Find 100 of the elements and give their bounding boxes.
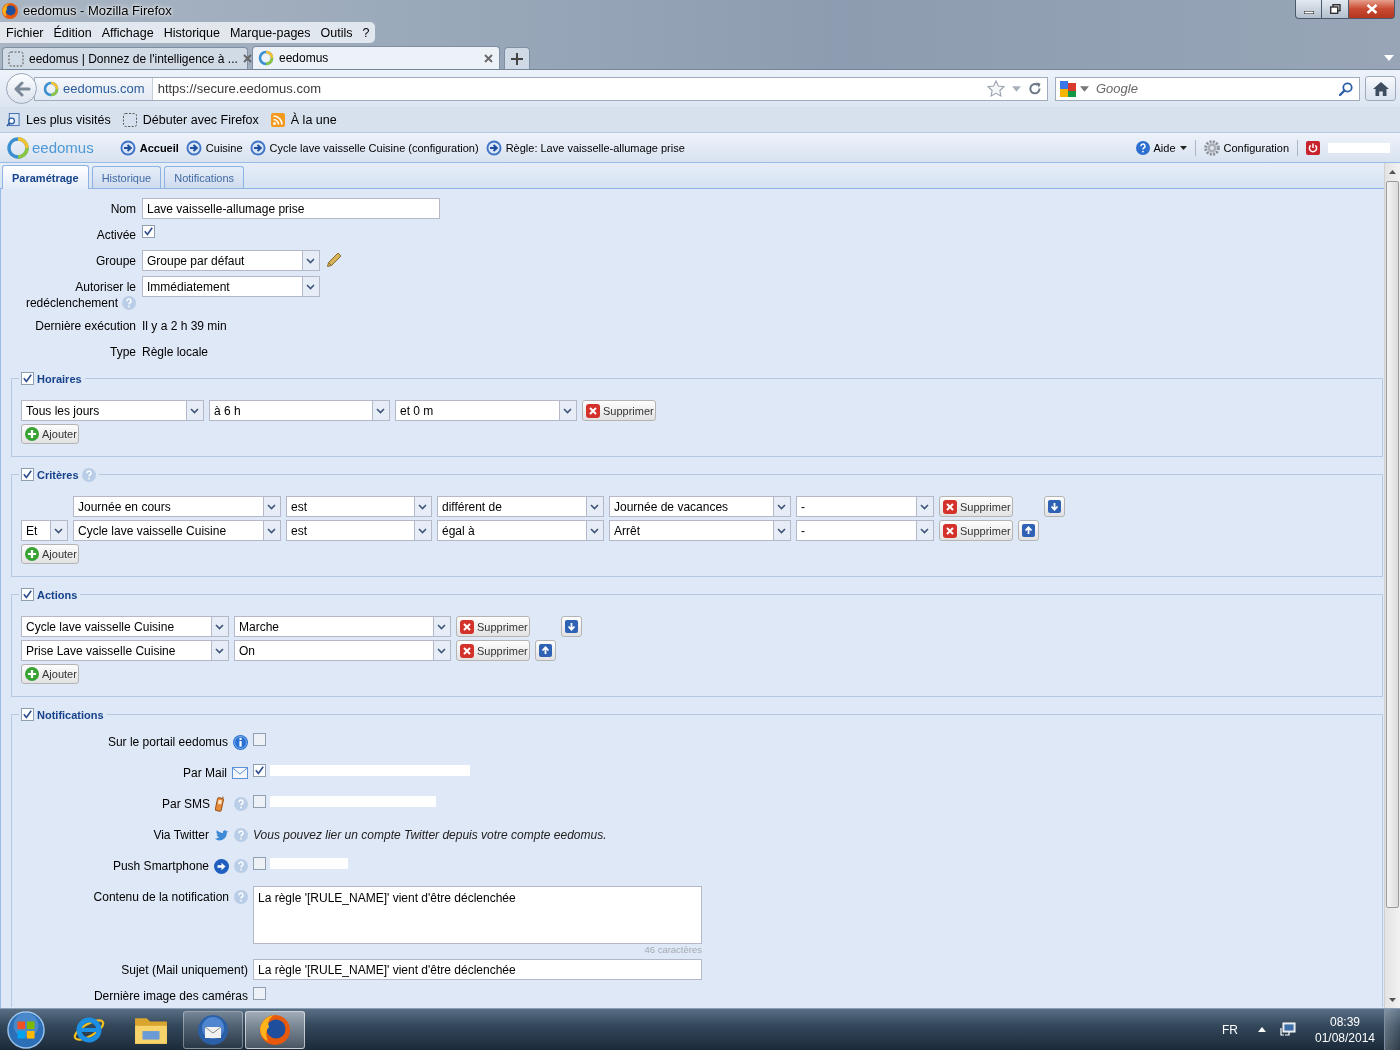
dropdown[interactable]: est xyxy=(286,496,432,517)
pencil-icon[interactable] xyxy=(326,252,342,268)
menu-item[interactable]: ? xyxy=(357,25,375,40)
close-button[interactable] xyxy=(1349,0,1395,19)
site-identity-button[interactable]: eedomus.com xyxy=(35,77,153,100)
delete-button[interactable]: Supprimer xyxy=(456,640,530,661)
clock-time[interactable]: 08:39 xyxy=(1330,1013,1360,1030)
menu-item[interactable]: Fichier xyxy=(1,25,49,40)
chevron-icon xyxy=(50,521,67,540)
field-label: Activée xyxy=(96,228,136,242)
show-desktop-button[interactable] xyxy=(1384,1009,1400,1050)
arrow-circle-icon xyxy=(119,139,136,156)
menu-item[interactable]: Édition xyxy=(48,25,97,40)
dropdown[interactable]: - xyxy=(796,520,934,541)
bookmark-item[interactable]: Débuter avec Firefox xyxy=(120,112,261,127)
delete-button[interactable]: Supprimer xyxy=(939,496,1013,517)
breadcrumb-link[interactable]: Accueil xyxy=(119,139,179,156)
delete-button[interactable]: Supprimer xyxy=(582,400,656,421)
new-tab-button[interactable] xyxy=(504,47,530,69)
text-field[interactable]: Lave vaisselle-allumage prise xyxy=(142,198,440,219)
checkbox[interactable] xyxy=(253,857,266,870)
language-indicator[interactable]: FR xyxy=(1222,1022,1238,1037)
checkbox[interactable] xyxy=(253,987,266,1000)
help-menu-button[interactable]: Aide xyxy=(1135,140,1187,155)
power-icon[interactable] xyxy=(1306,140,1320,155)
dropdown[interactable]: Marche xyxy=(234,616,451,637)
dropdown[interactable]: à 6 h xyxy=(209,400,390,421)
minimize-button[interactable] xyxy=(1295,0,1322,19)
field-label: Par Mail xyxy=(183,766,227,780)
back-button[interactable] xyxy=(6,73,37,104)
clock-date[interactable]: 01/08/2014 xyxy=(1314,1029,1376,1046)
checkbox[interactable] xyxy=(21,372,34,385)
search-icon[interactable] xyxy=(1339,81,1353,96)
add-button[interactable]: Ajouter xyxy=(21,544,79,564)
move-up-button[interactable] xyxy=(1018,520,1039,541)
taskbar-button[interactable] xyxy=(183,1010,243,1049)
delete-button[interactable]: Supprimer xyxy=(939,520,1013,541)
dropdown[interactable]: et 0 m xyxy=(395,400,577,421)
move-down-button[interactable] xyxy=(1044,496,1065,517)
dropdown[interactable]: Tous les jours xyxy=(21,400,204,421)
checkbox[interactable] xyxy=(21,708,34,721)
breadcrumb-link[interactable]: Règle: Lave vaisselle-allumage prise xyxy=(485,139,685,156)
menu-item[interactable]: Outils xyxy=(315,25,358,40)
move-up-button[interactable] xyxy=(535,640,556,661)
configuration-button[interactable]: Configuration xyxy=(1203,139,1289,156)
checkbox[interactable] xyxy=(21,468,34,481)
caret-icon[interactable] xyxy=(1080,85,1089,92)
text-field[interactable]: La règle '[RULE_NAME]' vient d'être déclenchée xyxy=(253,959,702,980)
tab[interactable]: Historique xyxy=(91,166,162,188)
menu-item[interactable]: Marque-pages xyxy=(224,25,316,40)
dropdown[interactable]: Arrêt xyxy=(609,520,791,541)
bookmark-item[interactable]: À la une xyxy=(268,112,339,127)
reload-icon[interactable] xyxy=(1028,81,1042,96)
dropdown[interactable]: égal à xyxy=(437,520,604,541)
delete-button[interactable]: Supprimer xyxy=(456,616,530,637)
dropdown[interactable]: Et xyxy=(21,520,68,541)
ring-icon xyxy=(43,80,59,97)
browser-tab[interactable]: eedomus xyxy=(252,46,500,69)
dropdown[interactable]: différent de xyxy=(437,496,604,517)
chevron-icon xyxy=(414,497,431,516)
add-button[interactable]: Ajouter xyxy=(21,424,79,444)
dropdown[interactable]: est xyxy=(286,520,432,541)
close-icon[interactable] xyxy=(242,54,252,63)
move-down-button[interactable] xyxy=(561,616,582,637)
search-engine-icon[interactable] xyxy=(1060,80,1076,97)
checkbox[interactable] xyxy=(21,588,34,601)
caret-up-icon[interactable] xyxy=(1258,1027,1266,1032)
checkbox[interactable] xyxy=(253,795,266,808)
breadcrumb-link[interactable]: Cycle lave vaisselle Cuisine (configuration) xyxy=(249,139,479,156)
checkbox[interactable] xyxy=(142,225,155,238)
taskbar-button[interactable] xyxy=(245,1010,305,1049)
menu-item[interactable]: Historique xyxy=(158,25,225,40)
tab[interactable]: Paramétrage xyxy=(2,165,89,189)
restore-button[interactable] xyxy=(1322,0,1349,19)
home-button[interactable] xyxy=(1365,76,1396,101)
ring-icon xyxy=(258,50,274,66)
dropdown[interactable]: Prise Lave vaisselle Cuisine xyxy=(21,640,229,661)
breadcrumb-link[interactable]: Cuisine xyxy=(185,139,243,156)
search-field[interactable]: Google xyxy=(1055,76,1360,101)
dropdown[interactable]: Cycle lave vaisselle Cuisine xyxy=(73,520,281,541)
close-icon[interactable] xyxy=(484,53,493,63)
star-icon[interactable] xyxy=(987,80,1005,97)
tab[interactable]: Notifications xyxy=(164,166,245,188)
dropdown[interactable]: On xyxy=(234,640,451,661)
checkbox[interactable] xyxy=(253,733,266,746)
dropdown[interactable]: - xyxy=(796,496,934,517)
dropdown[interactable]: Immédiatement xyxy=(142,276,320,297)
dropdown[interactable]: Cycle lave vaisselle Cuisine xyxy=(21,616,229,637)
add-button[interactable]: Ajouter xyxy=(21,664,79,684)
text-area[interactable]: La règle '[RULE_NAME]' vient d'être déclenchée xyxy=(253,886,702,944)
checkbox[interactable] xyxy=(253,764,266,777)
menu-item[interactable]: Affichage xyxy=(96,25,159,40)
start-button[interactable] xyxy=(5,1009,47,1050)
address-field[interactable]: eedomus.com https://secure.eedomus.com xyxy=(34,76,1048,101)
dropdown[interactable]: Journée de vacances xyxy=(609,496,791,517)
monitor-icon[interactable] xyxy=(1280,1022,1296,1037)
scrollbar-thumb[interactable] xyxy=(1386,181,1399,908)
dropdown[interactable]: Groupe par défaut xyxy=(142,250,320,271)
dropdown[interactable]: Journée en cours xyxy=(73,496,281,517)
bookmark-item[interactable]: Les plus visités xyxy=(4,112,113,127)
